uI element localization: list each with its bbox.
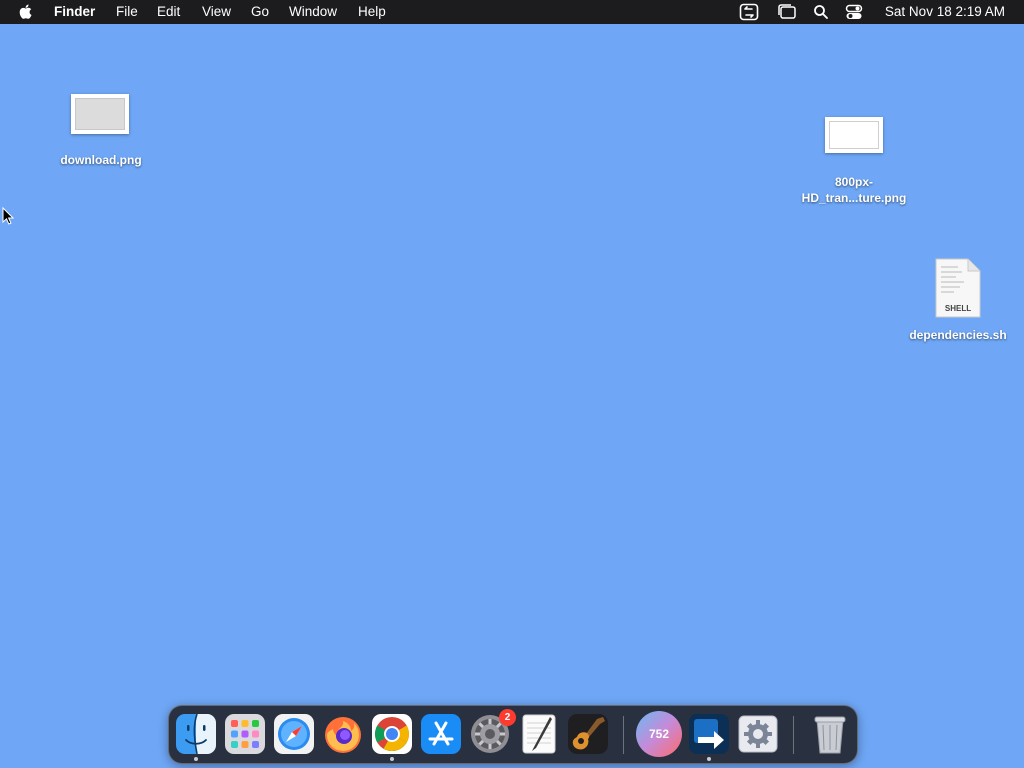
desktop-file-label: dependencies.sh — [909, 328, 1007, 342]
dock-app-utility[interactable] — [737, 713, 779, 755]
desktop-file-download-png[interactable]: download.png — [50, 92, 152, 174]
desktop-file-label-line1: 800px- — [834, 175, 874, 189]
screen-share-icon[interactable] — [739, 3, 759, 24]
gear-window-icon — [738, 715, 778, 753]
menu-view[interactable]: View — [202, 0, 231, 24]
shell-script-document-icon: SHELL — [934, 258, 982, 323]
dock-app-launchpad[interactable] — [224, 713, 266, 755]
dock-app-garageband[interactable] — [567, 713, 609, 755]
menu-bar: Finder File Edit View Go Window Help Sat… — [0, 0, 1024, 24]
dock-app-dial[interactable]: 752 — [635, 710, 683, 758]
menu-edit[interactable]: Edit — [157, 0, 180, 24]
image-thumbnail — [825, 117, 883, 153]
launchpad-icon — [225, 714, 265, 754]
control-center-icon[interactable] — [845, 3, 863, 24]
running-indicator — [707, 757, 711, 761]
desktop-file-label: download.png — [60, 153, 142, 167]
dock-trash[interactable] — [809, 713, 851, 755]
firefox-icon — [325, 717, 361, 753]
dock-app-textedit[interactable] — [518, 713, 560, 755]
dock: 2 752 — [168, 705, 858, 764]
safari-icon — [274, 714, 314, 754]
image-thumbnail — [71, 94, 129, 134]
dial-value: 752 — [648, 727, 670, 741]
dock-app-safari[interactable] — [273, 713, 315, 755]
desktop-file-dependencies-sh[interactable]: SHELL dependencies.sh — [900, 257, 1016, 347]
menu-window[interactable]: Window — [289, 0, 337, 24]
shell-doc-tag: SHELL — [944, 304, 972, 313]
chrome-icon — [372, 714, 412, 754]
menu-go[interactable]: Go — [251, 0, 269, 24]
dock-app-migration-assistant[interactable] — [688, 713, 730, 755]
menu-app-name[interactable]: Finder — [54, 0, 95, 24]
notification-badge: 2 — [499, 709, 516, 726]
finder-icon — [176, 713, 216, 755]
apple-menu-icon[interactable] — [18, 3, 34, 23]
menu-help[interactable]: Help — [358, 0, 386, 24]
app-store-icon — [421, 714, 461, 754]
garageband-icon — [568, 714, 608, 754]
menu-file[interactable]: File — [116, 0, 138, 24]
spotlight-search-icon[interactable] — [813, 3, 829, 24]
dock-app-chrome[interactable] — [371, 713, 413, 755]
dock-app-firefox[interactable] — [322, 713, 364, 755]
mouse-pointer-icon — [2, 206, 15, 230]
dock-app-system-preferences[interactable]: 2 — [469, 709, 516, 755]
dock-separator — [623, 716, 624, 754]
menu-bar-clock[interactable]: Sat Nov 18 2:19 AM — [885, 0, 1005, 24]
running-indicator — [390, 757, 394, 761]
desktop-file-label-line2: HD_tran...ture.png — [801, 191, 907, 205]
dock-separator — [793, 716, 794, 754]
dock-app-app-store[interactable] — [420, 713, 462, 755]
window-switcher-icon[interactable] — [777, 3, 797, 24]
migration-icon — [689, 714, 729, 754]
desktop-file-800px-png[interactable]: 800px- HD_tran...ture.png — [790, 115, 918, 211]
dock-app-finder[interactable] — [175, 713, 217, 755]
trash-icon — [814, 716, 846, 754]
running-indicator — [194, 757, 198, 761]
textedit-icon — [522, 714, 556, 754]
